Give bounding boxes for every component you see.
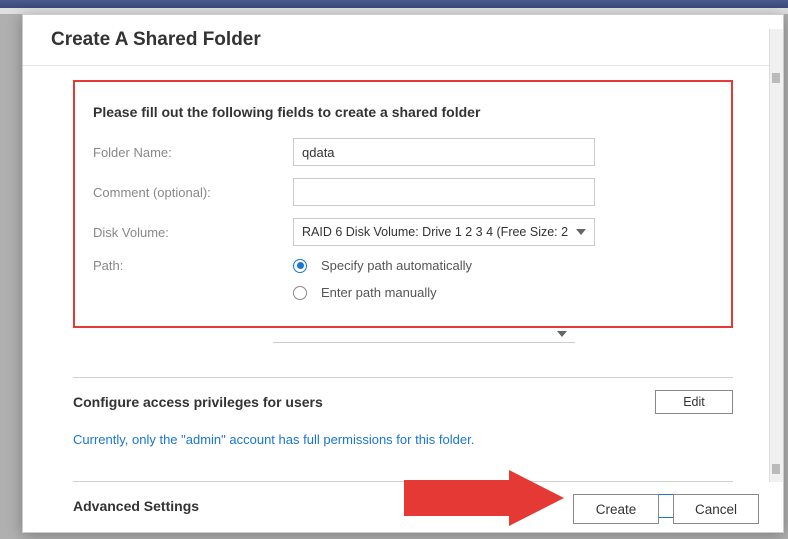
dialog-body: Please fill out the following fields to …	[23, 66, 783, 532]
radio-auto-label: Specify path automatically	[321, 258, 472, 273]
disk-volume-value: RAID 6 Disk Volume: Drive 1 2 3 4 (Free …	[302, 225, 568, 239]
scroll-thumb[interactable]	[772, 73, 780, 83]
access-hint: Currently, only the "admin" account has …	[73, 432, 733, 447]
folder-name-input[interactable]	[293, 138, 595, 166]
radio-manual-label: Enter path manually	[321, 285, 437, 300]
divider	[73, 377, 733, 378]
row-path: Path: Specify path automatically Enter p…	[93, 258, 713, 300]
dialog-title: Create A Shared Folder	[51, 29, 755, 51]
collapsed-select[interactable]	[273, 334, 575, 343]
label-disk-volume: Disk Volume:	[93, 225, 293, 240]
radio-icon	[293, 259, 307, 273]
disk-volume-select[interactable]: RAID 6 Disk Volume: Drive 1 2 3 4 (Free …	[293, 218, 595, 246]
radio-specify-auto[interactable]: Specify path automatically	[293, 258, 595, 273]
form-instruction: Please fill out the following fields to …	[93, 104, 713, 120]
advanced-title: Advanced Settings	[73, 498, 199, 514]
scroll-thumb[interactable]	[772, 464, 780, 474]
label-path: Path:	[93, 258, 293, 273]
scrollbar[interactable]	[769, 29, 783, 482]
path-radio-group: Specify path automatically Enter path ma…	[293, 258, 595, 300]
comment-input[interactable]	[293, 178, 595, 206]
create-shared-folder-dialog: Create A Shared Folder Please fill out t…	[22, 14, 784, 533]
cancel-button[interactable]: Cancel	[673, 494, 759, 524]
dialog-footer: Create Cancel	[573, 494, 759, 524]
divider	[73, 481, 733, 482]
row-folder-name: Folder Name:	[93, 138, 713, 166]
chevron-down-icon	[557, 331, 567, 337]
chevron-down-icon	[576, 229, 586, 235]
row-comment: Comment (optional):	[93, 178, 713, 206]
dialog-header: Create A Shared Folder	[23, 15, 783, 66]
create-button[interactable]: Create	[573, 494, 659, 524]
label-comment: Comment (optional):	[93, 185, 293, 200]
row-disk-volume: Disk Volume: RAID 6 Disk Volume: Drive 1…	[93, 218, 713, 246]
highlight-box: Please fill out the following fields to …	[73, 80, 733, 328]
radio-icon	[293, 286, 307, 300]
access-title: Configure access privileges for users	[73, 394, 323, 410]
edit-button[interactable]: Edit	[655, 390, 733, 414]
access-section-header: Configure access privileges for users Ed…	[73, 390, 733, 414]
radio-enter-manual[interactable]: Enter path manually	[293, 285, 595, 300]
label-folder-name: Folder Name:	[93, 145, 293, 160]
